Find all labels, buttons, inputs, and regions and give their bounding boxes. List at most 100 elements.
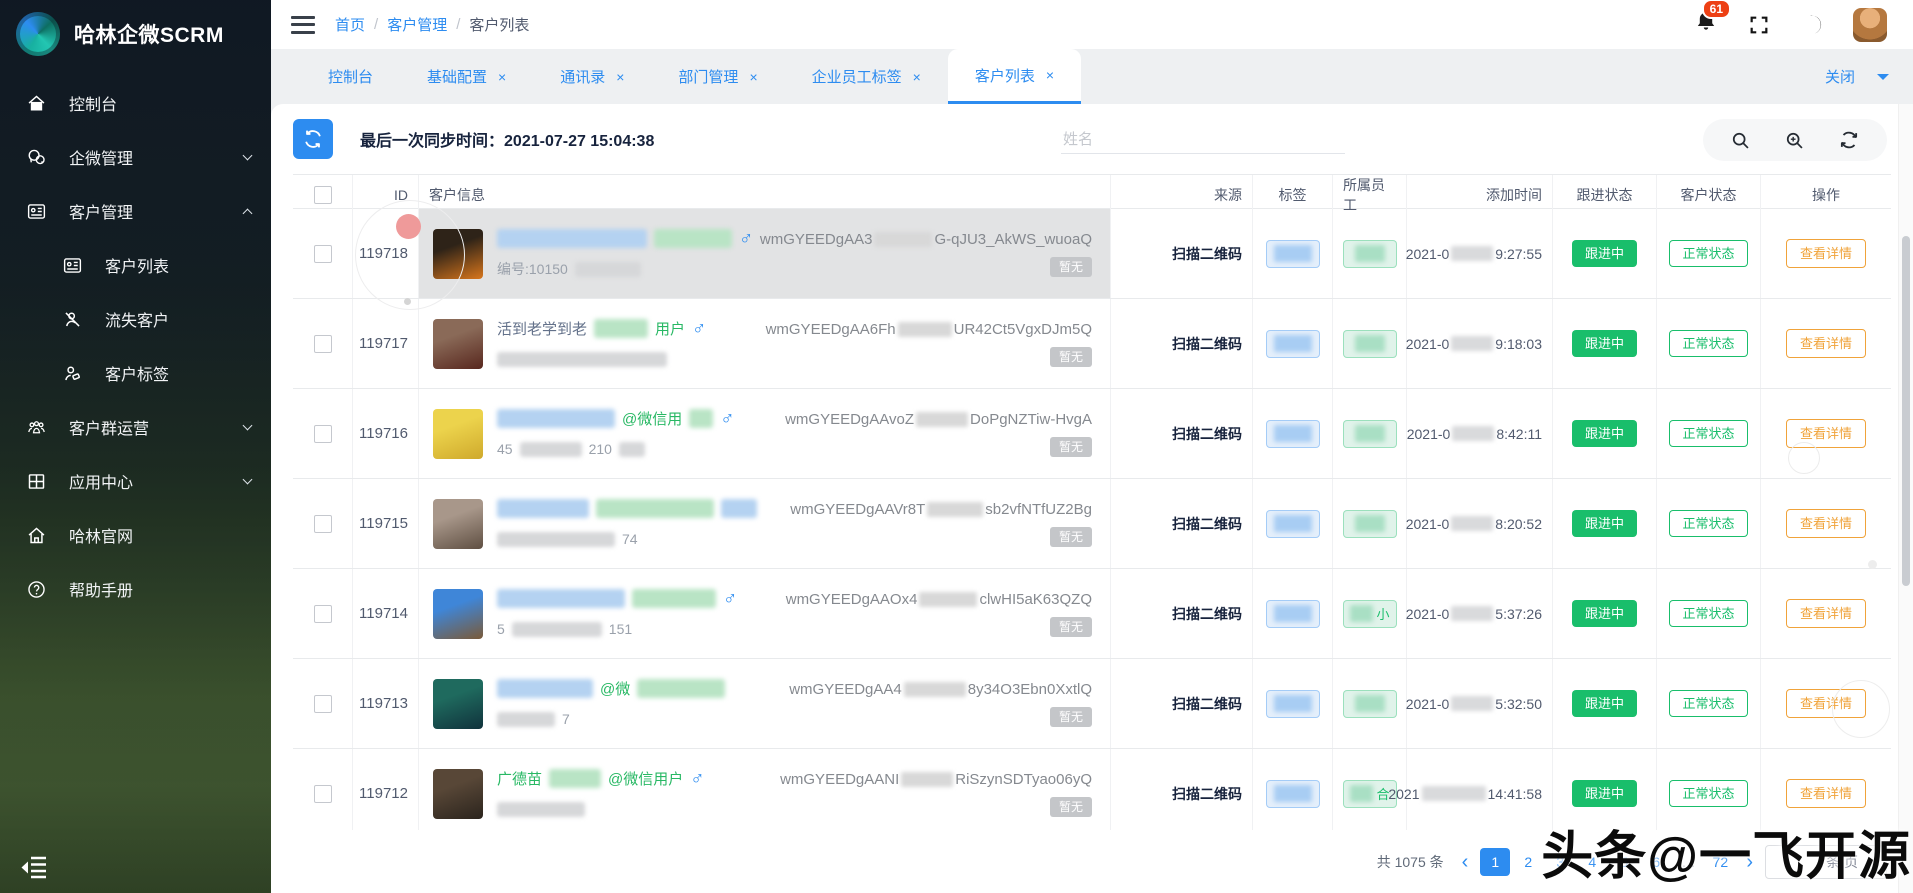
blurred-name-bar: [497, 588, 625, 608]
customer-status-badge[interactable]: 正常状态: [1669, 510, 1748, 537]
customer-tag-chip: [1265, 509, 1320, 538]
follow-status-badge[interactable]: 跟进中: [1571, 510, 1637, 537]
male-gender-icon: ♂: [739, 227, 754, 249]
collapse-sidebar-button[interactable]: [20, 855, 50, 881]
view-detail-button[interactable]: 查看详情: [1785, 689, 1866, 718]
search-input[interactable]: [1061, 126, 1345, 154]
view-detail-button[interactable]: 查看详情: [1785, 239, 1866, 268]
view-detail-button[interactable]: 查看详情: [1785, 779, 1866, 808]
topbar: 首页 / 客户管理 / 客户列表 61: [271, 0, 1913, 49]
customer-avatar: [433, 678, 483, 729]
tab-close-icon[interactable]: ×: [913, 69, 921, 85]
row-checkbox[interactable]: [313, 604, 332, 623]
pagination-prev-icon[interactable]: ‹: [1458, 852, 1473, 872]
notification-bell-icon[interactable]: 61: [1694, 0, 1731, 39]
tab-label: 企业员工标签: [811, 69, 902, 86]
view-detail-button[interactable]: 查看详情: [1785, 509, 1866, 538]
customer-tag-chip: [1265, 419, 1320, 448]
sidebar-item-label: 控制台: [69, 97, 118, 114]
tab-基础配置[interactable]: 基础配置 ×: [400, 49, 533, 104]
fullscreen-icon[interactable]: [1748, 14, 1770, 36]
chevron-down-icon[interactable]: [1877, 74, 1889, 86]
customer-status-badge[interactable]: 正常状态: [1669, 780, 1748, 807]
sidebar-item-wecom-manage[interactable]: 企微管理: [0, 130, 271, 184]
notification-badge: 61: [1701, 0, 1731, 19]
view-detail-button[interactable]: 查看详情: [1785, 599, 1866, 628]
customer-name-fragment: @微: [600, 680, 631, 698]
customer-status-badge[interactable]: 正常状态: [1669, 690, 1748, 717]
tab-close-icon[interactable]: ×: [1046, 67, 1054, 83]
view-detail-button[interactable]: 查看详情: [1785, 419, 1866, 448]
user-avatar[interactable]: [1853, 7, 1887, 42]
breadcrumb-item[interactable]: 客户管理: [387, 14, 447, 35]
sidebar-item-console[interactable]: 控制台: [0, 76, 271, 130]
row-checkbox[interactable]: [313, 514, 332, 533]
pagination-page[interactable]: 2: [1514, 848, 1542, 876]
staff-tag-chip: [1342, 419, 1397, 448]
sidebar-item-customer-list[interactable]: 客户列表: [0, 238, 271, 292]
table-body: 119718 ♂ 编号:10150 wmGYEEDgAA3 G-qJU3_AkWS_wu…: [293, 209, 1891, 839]
tab-通讯录[interactable]: 通讯录 ×: [533, 49, 651, 104]
follow-status-badge[interactable]: 跟进中: [1571, 330, 1637, 357]
follow-status-badge[interactable]: 跟进中: [1571, 420, 1637, 447]
app-title: 哈林企微SCRM: [74, 24, 224, 47]
sidebar-item-customer-manage[interactable]: 客户管理: [0, 184, 271, 238]
dark-mode-moon-icon[interactable]: [1800, 13, 1823, 36]
zoom-search-icon[interactable]: [1784, 130, 1805, 151]
customer-status-badge[interactable]: 正常状态: [1669, 600, 1748, 627]
sidebar-item-lost-customer[interactable]: 流失客户: [0, 292, 271, 346]
sync-refresh-button[interactable]: [293, 119, 333, 159]
tab-close-icon[interactable]: ×: [498, 69, 506, 85]
sidebar-item-help-manual[interactable]: 帮助手册: [0, 562, 271, 616]
row-checkbox-cell: [293, 479, 353, 568]
customer-number-line: [497, 349, 706, 370]
customer-status-badge[interactable]: 正常状态: [1669, 420, 1748, 447]
tag-cell: [1253, 299, 1333, 388]
tab-企业员工标签[interactable]: 企业员工标签 ×: [785, 49, 948, 104]
lost-icon: [62, 309, 86, 330]
header-checkbox[interactable]: [313, 186, 332, 204]
tab-close-icon[interactable]: ×: [749, 69, 757, 85]
row-checkbox[interactable]: [313, 334, 332, 353]
breadcrumb-item[interactable]: 首页: [335, 14, 365, 35]
source-cell: 扫描二维码: [1111, 659, 1253, 748]
follow-status-badge[interactable]: 跟进中: [1571, 690, 1637, 717]
customer-status-cell: 正常状态: [1657, 659, 1761, 748]
customer-status-badge[interactable]: 正常状态: [1669, 330, 1748, 357]
close-tabs-button[interactable]: 关闭: [1825, 66, 1855, 87]
external-userid: wmGYEEDgAA3 G-qJU3_AkWS_wuoaQ: [760, 231, 1092, 248]
sidebar-item-group-ops[interactable]: 客户群运营: [0, 400, 271, 454]
blurred-staff-bar: [1354, 245, 1385, 262]
sidebar-item-app-center[interactable]: 应用中心: [0, 454, 271, 508]
chevron-up-icon: [242, 208, 253, 218]
pagination-page[interactable]: 1: [1480, 847, 1511, 876]
tag-cell: [1253, 479, 1333, 568]
no-tag-badge: 暂无: [1049, 796, 1092, 817]
sidebar: 哈林企微SCRM 控制台企微管理 客户管理 客户列表 流失客户 客户标签 客户群运营 应用中…: [0, 0, 271, 893]
tab-客户列表[interactable]: 客户列表 ×: [947, 49, 1082, 104]
row-checkbox[interactable]: [313, 424, 332, 443]
row-checkbox[interactable]: [313, 244, 332, 263]
operation-cell: 查看详情: [1761, 659, 1891, 748]
customer-status-badge[interactable]: 正常状态: [1669, 240, 1748, 267]
reset-search-icon[interactable]: [1838, 129, 1860, 151]
follow-status-badge[interactable]: 跟进中: [1571, 240, 1637, 267]
tab-控制台[interactable]: 控制台: [301, 49, 400, 104]
blurred-staff-bar: [1354, 425, 1385, 442]
customer-status-cell: 正常状态: [1657, 569, 1761, 658]
tab-close-icon[interactable]: ×: [616, 69, 624, 85]
scrollbar-thumb[interactable]: [1902, 236, 1910, 586]
search-icon[interactable]: [1730, 130, 1751, 151]
blurred-staff-bar: [1354, 695, 1385, 712]
row-checkbox[interactable]: [313, 694, 332, 713]
tab-部门管理[interactable]: 部门管理 ×: [651, 49, 784, 104]
sidebar-item-customer-tag[interactable]: 客户标签: [0, 346, 271, 400]
row-checkbox[interactable]: [313, 784, 332, 803]
view-detail-button[interactable]: 查看详情: [1785, 329, 1866, 358]
sidebar-item-official-site[interactable]: 哈林官网: [0, 508, 271, 562]
follow-status-badge[interactable]: 跟进中: [1571, 780, 1637, 807]
sidebar-item-label: 哈林官网: [69, 529, 134, 546]
follow-status-badge[interactable]: 跟进中: [1571, 600, 1637, 627]
sidebar-menu: 控制台企微管理 客户管理 客户列表 流失客户 客户标签 客户群运营 应用中心哈林官网帮助手册: [0, 68, 271, 616]
hamburger-menu-icon[interactable]: [291, 15, 315, 34]
